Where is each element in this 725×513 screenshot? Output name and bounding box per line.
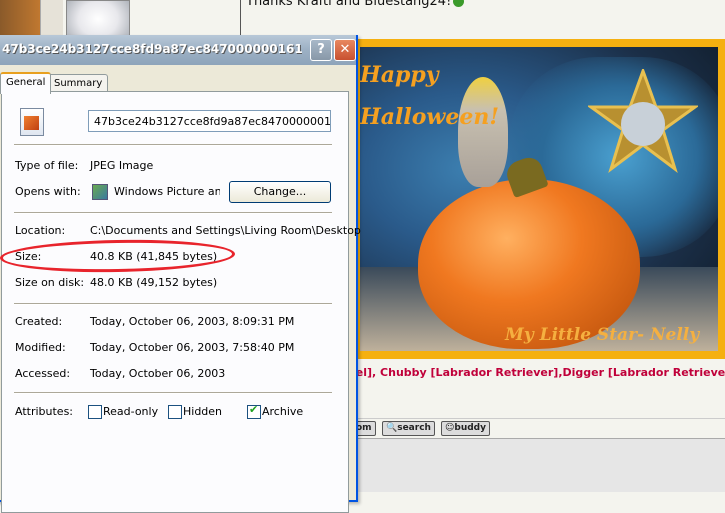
type-label: Type of file: (15, 159, 79, 172)
change-button[interactable]: Change... (229, 181, 331, 203)
hidden-label[interactable]: Hidden (183, 405, 222, 418)
modified-label: Modified: (15, 341, 66, 354)
general-tab-panel (1, 91, 349, 513)
accessed-label: Accessed: (15, 367, 71, 380)
read-only-checkbox[interactable] (88, 405, 102, 419)
pets-list: iel], Chubby [Labrador Retriever],Digger… (352, 366, 725, 379)
cockatiel (458, 77, 508, 187)
post-divider (240, 0, 241, 40)
location-label: Location: (15, 224, 66, 237)
pet-link-chubby[interactable]: Chubby [Labrador Retriever] (380, 366, 558, 379)
photo-caption: My Little Star- Nelly (505, 325, 700, 345)
tab-summary[interactable]: Summary (48, 74, 109, 92)
divider (14, 303, 332, 305)
pet-link-digger[interactable]: ,Digger [Labrador Retriever] (558, 366, 725, 379)
modified-value: Today, October 06, 2003, 7:58:40 PM (90, 341, 295, 354)
attributes-label: Attributes: (15, 405, 74, 418)
dialog-title: 47b3ce24b3127cce8fd9a87ec8470000001610..… (2, 42, 302, 56)
star-frame-icon (588, 69, 698, 173)
close-button[interactable]: ✕ (334, 39, 356, 61)
forum-footer (352, 438, 725, 492)
hidden-checkbox[interactable] (168, 405, 182, 419)
opens-with-value: Windows Picture and F (114, 185, 220, 198)
type-value: JPEG Image (90, 159, 154, 172)
location-value: C:\Documents and Settings\Living Room\De… (90, 224, 361, 237)
read-only-label[interactable]: Read-only (103, 405, 158, 418)
accessed-value: Today, October 06, 2003 (90, 367, 226, 380)
divider (14, 144, 332, 146)
photo-greeting-line1: Happy (360, 62, 439, 88)
pumpkin (418, 179, 640, 349)
file-name-field[interactable]: 47b3ce24b3127cce8fd9a87ec8470000001610 (88, 110, 331, 132)
post-text: Thanks Kraftl and Bluestang24! (246, 0, 465, 9)
size-on-disk-value: 48.0 KB (49,152 bytes) (90, 276, 218, 289)
size-on-disk-label: Size on disk: (15, 276, 85, 289)
divider (14, 392, 332, 394)
photo-greeting-line2: Halloween! (360, 104, 500, 130)
checkmark-icon: ✔ (249, 403, 259, 416)
archive-checkbox[interactable]: ✔ (247, 403, 261, 419)
tab-general[interactable]: General (0, 72, 52, 94)
halloween-photo (360, 47, 718, 351)
smiley-icon (453, 0, 465, 7)
help-button[interactable]: ? (310, 39, 332, 61)
picture-viewer-icon (92, 184, 108, 200)
buddy-button[interactable]: ☺buddy (441, 421, 490, 436)
jpeg-file-icon (20, 108, 44, 136)
dialog-titlebar[interactable]: 47b3ce24b3127cce8fd9a87ec8470000001610..… (0, 35, 356, 65)
created-value: Today, October 06, 2003, 8:09:31 PM (90, 315, 295, 328)
search-button[interactable]: 🔍search (382, 421, 435, 436)
divider (14, 212, 332, 214)
archive-label[interactable]: Archive (262, 405, 303, 418)
created-label: Created: (15, 315, 63, 328)
opens-with-label: Opens with: (15, 185, 81, 198)
